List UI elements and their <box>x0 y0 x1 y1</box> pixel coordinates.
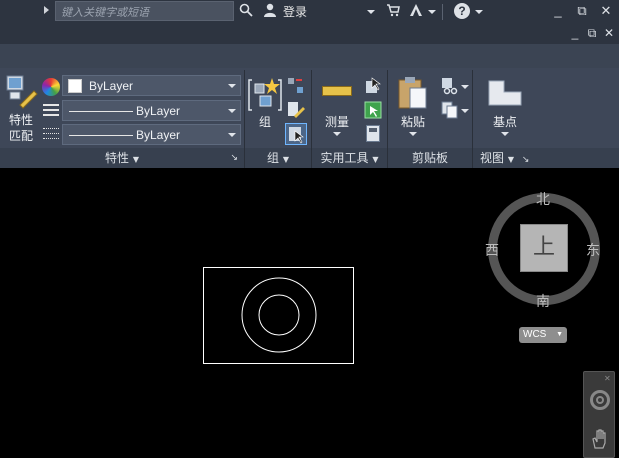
compass-east[interactable]: 东 <box>586 240 600 260</box>
viewcube-top-face[interactable]: 上 <box>520 224 568 272</box>
navigation-bar: ✕ <box>583 371 615 458</box>
navbar-close-icon[interactable]: ✕ <box>604 374 611 383</box>
compass-west[interactable]: 西 <box>485 240 499 260</box>
drawing-inner-circle <box>258 294 300 336</box>
compass-south[interactable]: 南 <box>536 291 550 311</box>
wcs-label: WCS <box>523 329 547 340</box>
wcs-menu[interactable]: WCS ▼ <box>519 327 567 343</box>
drawing-rectangle <box>203 267 354 364</box>
pan-hand-icon[interactable] <box>590 428 610 450</box>
steering-wheel-icon[interactable] <box>590 390 610 410</box>
compass-north[interactable]: 北 <box>536 189 550 209</box>
chevron-down-icon: ▼ <box>556 331 563 338</box>
drawing-outer-circle <box>241 277 317 353</box>
